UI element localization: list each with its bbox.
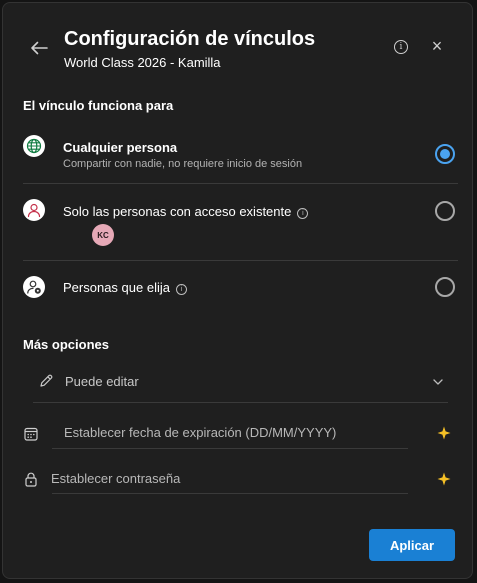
premium-sparkle-icon bbox=[437, 426, 451, 440]
permission-label: Puede editar bbox=[65, 374, 139, 389]
dialog-title: Configuración de vínculos bbox=[64, 28, 316, 50]
apply-button[interactable]: Aplicar bbox=[369, 529, 455, 561]
calendar-icon bbox=[24, 427, 38, 441]
password-input[interactable]: Establecer contraseña bbox=[51, 471, 391, 486]
permission-dropdown[interactable]: Puede editar bbox=[33, 367, 448, 397]
premium-sparkle-icon bbox=[437, 472, 451, 486]
back-button[interactable] bbox=[28, 37, 50, 59]
pencil-icon bbox=[40, 374, 53, 387]
more-options-label: Más opciones bbox=[23, 337, 109, 352]
globe-icon bbox=[23, 135, 45, 157]
info-icon: i bbox=[394, 40, 408, 54]
arrow-left-icon bbox=[31, 41, 48, 55]
radio-anyone[interactable] bbox=[435, 144, 455, 164]
option-anyone[interactable]: Cualquier persona Compartir con nadie, n… bbox=[17, 133, 458, 183]
option-anyone-title: Cualquier persona bbox=[63, 140, 178, 155]
link-settings-dialog: Configuración de vínculos World Class 20… bbox=[2, 2, 473, 579]
lock-icon bbox=[25, 472, 37, 487]
option-existing-access[interactable]: Solo las personas con acceso existente i bbox=[17, 196, 458, 256]
option-specific-people-title: Personas que elija i bbox=[63, 280, 187, 295]
radio-specific-people[interactable] bbox=[435, 277, 455, 297]
divider bbox=[23, 260, 458, 261]
info-icon[interactable]: i bbox=[175, 284, 187, 295]
option-anyone-description: Compartir con nadie, no requiere inicio … bbox=[63, 158, 303, 170]
info-button[interactable]: i bbox=[392, 38, 410, 56]
radio-existing-access[interactable] bbox=[435, 201, 455, 221]
close-icon: × bbox=[431, 36, 443, 56]
divider bbox=[52, 448, 408, 449]
divider bbox=[52, 493, 408, 494]
close-button[interactable]: × bbox=[427, 36, 447, 56]
option-existing-access-title: Solo las personas con acceso existente i bbox=[63, 204, 309, 219]
expiration-date-input[interactable]: Establecer fecha de expiración (DD/MM/YY… bbox=[64, 425, 404, 440]
divider bbox=[23, 183, 458, 184]
person-settings-icon bbox=[23, 276, 45, 298]
option-specific-people[interactable]: Personas que elija i bbox=[17, 272, 458, 306]
dialog-subtitle: World Class 2026 - Kamilla bbox=[64, 55, 221, 70]
info-icon[interactable]: i bbox=[297, 208, 309, 219]
person-icon bbox=[23, 199, 45, 221]
divider bbox=[33, 402, 448, 403]
avatar: KC bbox=[92, 224, 114, 246]
link-works-for-label: El vínculo funciona para bbox=[23, 98, 174, 113]
chevron-down-icon bbox=[433, 379, 443, 385]
